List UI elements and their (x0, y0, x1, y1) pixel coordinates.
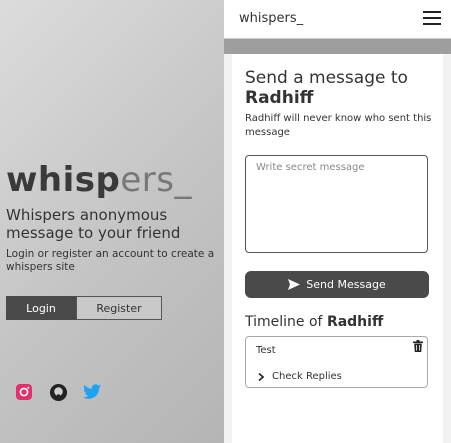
register-button[interactable]: Register (76, 296, 162, 320)
chevron-right-icon (258, 372, 264, 381)
timeline-name: Radhiff (326, 314, 384, 330)
login-hint: Login or register an account to create a… (6, 248, 215, 273)
brand-tail: ers_ (120, 160, 192, 200)
heading-text: Send a message to (245, 68, 408, 88)
social-links (14, 382, 102, 402)
brand-main: whisp (6, 160, 121, 200)
auth-buttons: Login Register (6, 296, 226, 320)
timeline-label: Timeline of (245, 314, 323, 330)
top-bar: whispers_ (224, 0, 451, 39)
twitter-icon[interactable] (82, 382, 102, 402)
side-panel: whispers_ Send a message to Radhiff Radh… (224, 0, 451, 443)
recipient-name: Radhiff (245, 88, 314, 108)
trash-icon[interactable] (413, 340, 423, 352)
message-card: Send a message to Radhiff Radhiff will n… (232, 54, 443, 443)
hamburger-menu-icon[interactable] (423, 11, 441, 25)
divider-strip (224, 39, 451, 54)
card-heading: Send a message to Radhiff (245, 68, 408, 108)
timeline-entry: Test Check Replies (245, 336, 428, 388)
app-title: whispers_ (239, 11, 304, 26)
send-label: Send Message (306, 278, 386, 291)
brand-title: whispers_ (6, 160, 226, 200)
login-button[interactable]: Login (6, 296, 76, 320)
send-icon (288, 279, 301, 290)
hero-section: whispers_ Whispers anonymous message to … (6, 160, 226, 320)
instagram-icon[interactable] (14, 382, 34, 402)
github-icon[interactable] (48, 382, 68, 402)
entry-text: Test (256, 345, 276, 356)
tagline: Whispers anonymous message to your frien… (6, 206, 181, 242)
send-message-button[interactable]: Send Message (245, 271, 429, 298)
check-replies-label: Check Replies (272, 371, 342, 382)
check-replies-toggle[interactable]: Check Replies (258, 371, 342, 382)
anonymity-note: Radhiff will never know who sent this me… (245, 113, 432, 138)
timeline-title: Timeline of Radhiff (245, 314, 383, 330)
secret-message-input[interactable] (245, 155, 428, 253)
